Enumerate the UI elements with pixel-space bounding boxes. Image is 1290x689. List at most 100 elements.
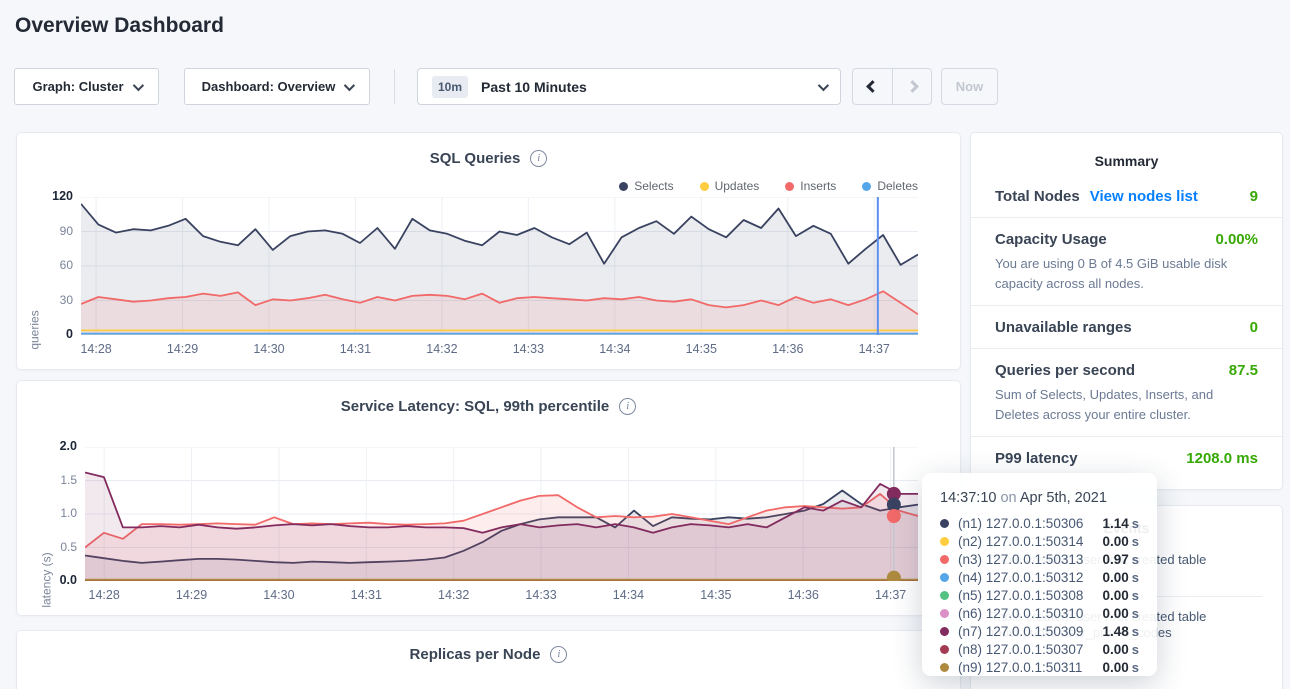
tooltip-node-label: (n8) 127.0.0.1:50307 (958, 642, 1102, 657)
summary-title: Summary (971, 133, 1282, 175)
tooltip-row: (n1) 127.0.0.1:503061.14s (940, 514, 1139, 532)
y-axis-tick: 30 (29, 293, 73, 307)
legend-dot-icon (700, 182, 709, 191)
controls-divider (394, 69, 395, 104)
legend-dot-icon (862, 182, 871, 191)
p99-latency-label: P99 latency (995, 450, 1078, 467)
graph-dropdown-label: Graph: Cluster (32, 79, 123, 94)
tooltip-on-text: on (996, 490, 1019, 506)
legend-label: Inserts (800, 179, 836, 193)
tooltip-timestamp: 14:37:10 on Apr 5th, 2021 (940, 490, 1139, 506)
replicas-per-node-title: Replicas per Node (410, 646, 541, 663)
tooltip-node-unit: s (1132, 606, 1139, 621)
node-color-dot-icon (940, 573, 949, 582)
queries-per-second-label: Queries per second (995, 362, 1135, 379)
prev-time-button[interactable] (853, 69, 892, 104)
legend-dot-icon (619, 182, 628, 191)
legend-dot-icon (785, 182, 794, 191)
tooltip-node-label: (n4) 127.0.0.1:50312 (958, 570, 1102, 585)
x-axis-tick: 14:31 (340, 588, 392, 602)
tooltip-node-unit: s (1132, 516, 1139, 531)
tooltip-time: 14:37:10 (940, 490, 996, 506)
y-axis-tick: 0 (29, 327, 73, 341)
y-axis-tick: 2.0 (33, 439, 77, 453)
next-time-button[interactable] (892, 69, 931, 104)
tooltip-row: (n2) 127.0.0.1:503140.00s (940, 532, 1139, 550)
tooltip-row: (n6) 127.0.0.1:503100.00s (940, 604, 1139, 622)
p99-latency-value: 1208.0 ms (1186, 450, 1258, 467)
node-color-dot-icon (940, 555, 949, 564)
tooltip-row: (n5) 127.0.0.1:503080.00s (940, 586, 1139, 604)
info-icon[interactable]: i (550, 646, 567, 663)
x-axis-tick: 14:35 (690, 588, 742, 602)
sql-queries-card: SQL Queries i Selects Updates Inserts Delet… (16, 132, 961, 370)
queries-per-second-value: 87.5 (1229, 362, 1258, 379)
service-latency-card: Service Latency: SQL, 99th percentile i … (16, 380, 961, 616)
tooltip-row: (n4) 127.0.0.1:503120.00s (940, 568, 1139, 586)
chevron-down-icon (132, 79, 143, 90)
x-axis-tick: 14:37 (865, 588, 917, 602)
chevron-down-icon (344, 79, 355, 90)
graph-dropdown[interactable]: Graph: Cluster (14, 68, 159, 105)
tooltip-node-label: (n2) 127.0.0.1:50314 (958, 534, 1102, 549)
x-axis-tick: 14:35 (675, 342, 727, 356)
tooltip-node-label: (n3) 127.0.0.1:50313 (958, 552, 1102, 567)
y-axis-tick: 60 (29, 258, 73, 272)
x-axis-tick: 14:28 (70, 342, 122, 356)
x-axis-tick: 14:34 (602, 588, 654, 602)
x-axis-tick: 14:32 (416, 342, 468, 356)
tooltip-node-label: (n1) 127.0.0.1:50306 (958, 516, 1102, 531)
x-axis-tick: 14:28 (78, 588, 130, 602)
tooltip-node-unit: s (1132, 570, 1139, 585)
y-axis-tick: 1.0 (33, 506, 77, 520)
chart-tooltip: 14:37:10 on Apr 5th, 2021 (n1) 127.0.0.1… (922, 473, 1157, 676)
legend-label: Selects (634, 179, 673, 193)
page-title: Overview Dashboard (15, 14, 224, 38)
y-axis-tick: 1.5 (33, 473, 77, 487)
tooltip-node-value: 0.00 (1102, 642, 1128, 657)
x-axis-tick: 14:32 (428, 588, 480, 602)
x-axis-tick: 14:29 (157, 342, 209, 356)
tooltip-date: Apr 5th, 2021 (1020, 490, 1107, 506)
view-nodes-list-link[interactable]: View nodes list (1090, 188, 1198, 205)
legend-item-inserts: Inserts (785, 179, 836, 193)
node-color-dot-icon (940, 627, 949, 636)
tooltip-node-label: (n9) 127.0.0.1:50311 (958, 660, 1102, 675)
tooltip-node-value: 0.97 (1102, 552, 1128, 567)
node-color-dot-icon (940, 645, 949, 654)
tooltip-node-unit: s (1132, 642, 1139, 657)
x-axis-tick: 14:33 (502, 342, 554, 356)
sql-legend: Selects Updates Inserts Deletes (619, 179, 918, 193)
tooltip-node-unit: s (1132, 624, 1139, 639)
summary-row-capacity: Capacity Usage 0.00% You are using 0 B o… (971, 218, 1282, 306)
tooltip-node-unit: s (1132, 552, 1139, 567)
service-latency-plot[interactable]: 0.00.51.01.52.014:2814:2914:3014:3114:32… (85, 447, 918, 581)
legend-item-deletes: Deletes (862, 179, 918, 193)
info-icon[interactable]: i (619, 398, 636, 415)
tooltip-node-value: 0.00 (1102, 606, 1128, 621)
dashboard-dropdown[interactable]: Dashboard: Overview (184, 68, 370, 105)
summary-row-qps: Queries per second 87.5 Sum of Selects, … (971, 349, 1282, 437)
chevron-down-icon (818, 79, 829, 90)
sql-queries-title: SQL Queries (430, 150, 521, 167)
now-button[interactable]: Now (941, 68, 998, 105)
x-axis-tick: 14:34 (589, 342, 641, 356)
tooltip-row: (n7) 127.0.0.1:503091.48s (940, 622, 1139, 640)
tooltip-rows: (n1) 127.0.0.1:503061.14s(n2) 127.0.0.1:… (940, 514, 1139, 676)
x-axis-tick: 14:31 (329, 342, 381, 356)
dashboard-dropdown-label: Dashboard: Overview (202, 79, 336, 94)
legend-label: Updates (715, 179, 760, 193)
tooltip-row: (n3) 127.0.0.1:503130.97 s (940, 550, 1139, 568)
queries-per-second-description: Sum of Selects, Updates, Inserts, and De… (995, 385, 1258, 424)
capacity-usage-value: 0.00% (1215, 231, 1258, 248)
node-color-dot-icon (940, 519, 949, 528)
tooltip-node-value: 1.48 (1102, 624, 1128, 639)
chevron-left-icon (866, 80, 879, 93)
x-axis-tick: 14:30 (243, 342, 295, 356)
info-icon[interactable]: i (530, 150, 547, 167)
total-nodes-value: 9 (1250, 188, 1258, 205)
sql-queries-plot[interactable]: 030609012014:2814:2914:3014:3114:3214:33… (81, 197, 918, 335)
time-range-picker[interactable]: 10m Past 10 Minutes (417, 68, 841, 105)
legend-item-updates: Updates (700, 179, 760, 193)
x-axis-tick: 14:37 (848, 342, 900, 356)
